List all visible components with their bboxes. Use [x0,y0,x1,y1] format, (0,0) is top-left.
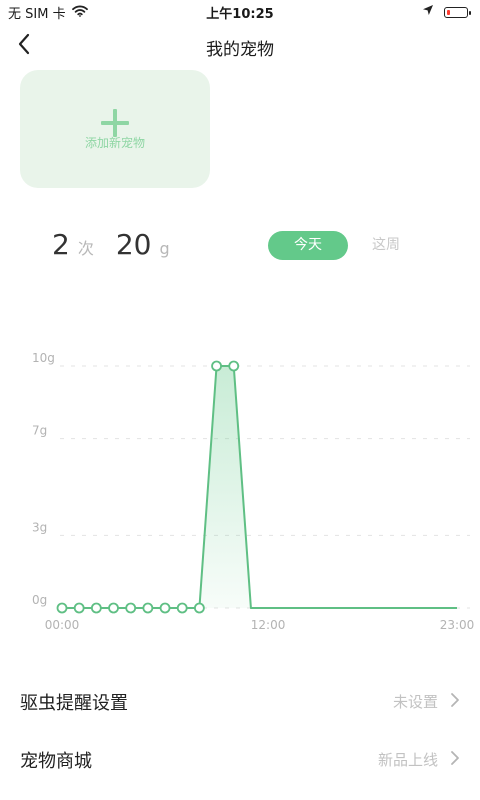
feeding-count: 2 [52,228,70,261]
data-point [142,602,154,614]
status-bar: 无 SIM 卡 上午10:25 [0,0,480,24]
page-title: 我的宠物 [206,40,274,60]
x-tick-label: 23:00 [440,618,475,632]
chevron-right-icon [450,750,460,770]
add-pet-label: 添加新宠物 [84,136,145,150]
nav-bar: 我的宠物 [0,28,480,64]
y-tick-label: 7g [32,424,47,438]
data-point [193,602,205,614]
setting-value-pet-shop: 新品上线 [377,751,438,769]
data-point [73,602,85,614]
chevron-right-icon [450,692,460,712]
feeding-chart: 10g 7g 3g 0g 00:00 12:00 23:00 [32,351,475,632]
tab-today[interactable]: 今天 [268,231,348,260]
feeding-stats: 2 次 20 g [52,228,170,261]
x-tick-label: 12:00 [251,618,286,632]
data-point [125,602,137,614]
feeding-count-unit: 次 [77,239,94,258]
chevron-left-icon [17,33,31,59]
data-point [108,602,119,614]
setting-row-deworming[interactable]: 驱虫提醒设置 未设置 [0,676,480,726]
data-point [228,360,240,372]
x-tick-label: 00:00 [45,618,80,632]
data-point [211,360,222,372]
y-tick-label: 0g [32,593,47,607]
y-tick-label: 3g [32,520,47,534]
tab-week[interactable]: 这周 [366,231,406,260]
back-button[interactable] [10,32,38,60]
series-area [62,366,457,608]
setting-title-pet-shop: 宠物商城 [20,751,92,772]
clock: 上午10:25 [206,7,274,22]
location-arrow-icon [422,4,434,20]
setting-row-pet-shop[interactable]: 宠物商城 新品上线 [0,734,480,784]
data-point [56,602,68,614]
battery-low-icon [444,6,471,18]
data-point [90,602,102,614]
feeding-amount-unit: g [159,239,170,258]
data-point [159,602,171,614]
setting-value-deworming: 未设置 [392,693,438,711]
feeding-amount: 20 [115,228,152,261]
y-tick-label: 10g [32,351,55,365]
data-point [176,602,188,614]
add-pet-card[interactable]: 添加新宠物 [20,70,210,188]
series-line [232,365,457,609]
setting-title-deworming: 驱虫提醒设置 [20,693,128,714]
